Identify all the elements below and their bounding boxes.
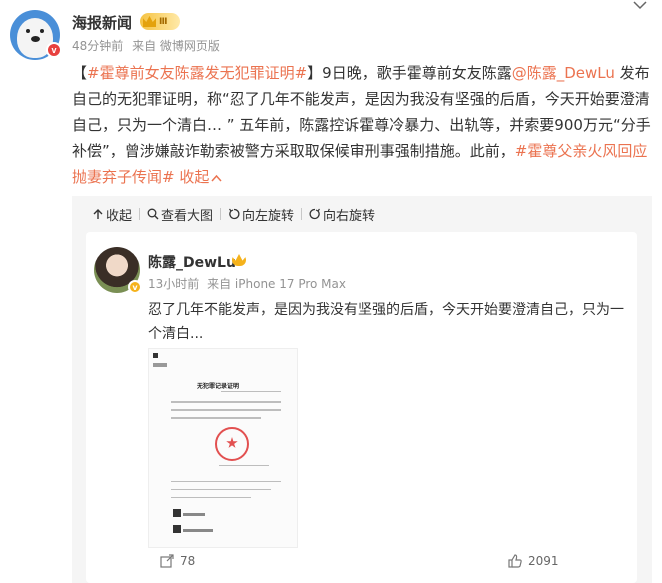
text-line: [171, 489, 271, 490]
share-count: 78: [180, 554, 196, 568]
redacted-block: [173, 509, 181, 517]
avatar-eye-right: [40, 29, 44, 33]
rotate-left-button[interactable]: 向左旋转: [228, 205, 294, 224]
redacted-block: [173, 525, 181, 533]
chevron-down-icon[interactable]: [633, 0, 647, 10]
redacted-block: [153, 363, 167, 367]
view-large-label: 查看大图: [161, 208, 214, 224]
rotate-right-icon: [309, 208, 321, 220]
collapse-label: 收起: [106, 208, 133, 224]
search-icon: [147, 208, 159, 220]
toolbar-divider: [139, 208, 141, 220]
media-card: 收起 查看大图 向左旋转 向右旋转 v 陈露_DewLu 13小时前 来自 iP…: [72, 196, 652, 583]
text-line: [219, 465, 269, 466]
author-name[interactable]: 海报新闻: [72, 12, 132, 33]
text-line: [171, 409, 281, 411]
body-paragraph-1: 9日晚，歌手霍尊前女友陈露: [322, 64, 512, 82]
redacted-block: [153, 353, 158, 358]
collapse-link[interactable]: 收起: [175, 168, 223, 186]
mention-link[interactable]: @陈露_DewLu: [512, 64, 615, 82]
post-time[interactable]: 48分钟前: [72, 39, 123, 53]
thumbs-up-icon: [508, 554, 522, 568]
toolbar-divider: [220, 208, 222, 220]
reposted-post: v 陈露_DewLu 13小时前 来自 iPhone 17 Pro Max 忍了…: [86, 232, 637, 583]
chevron-up-icon: [211, 174, 222, 182]
red-seal-stamp: [215, 427, 249, 461]
text-line: [171, 481, 281, 482]
redacted-block: [183, 513, 205, 516]
rank-label: Ⅲ: [159, 16, 168, 27]
bracket-open: 【: [72, 64, 88, 82]
post-source: 来自 微博网页版: [132, 39, 220, 53]
repost-body: 忍了几年不能发声，是因为我没有坚强的后盾，今天开始要澄清自己，只为一个清白...: [148, 302, 624, 342]
bracket-close: 】: [307, 64, 323, 82]
share-button[interactable]: 78: [160, 554, 195, 568]
view-large-button[interactable]: 查看大图: [147, 205, 213, 224]
certificate-image[interactable]: 无犯罪记录证明: [148, 348, 298, 548]
rotate-left-label: 向左旋转: [242, 208, 295, 224]
post-body: 【#霍尊前女友陈露发无犯罪证明#】9日晚，歌手霍尊前女友陈露@陈露_DewLu …: [72, 60, 652, 190]
crown-icon: [143, 16, 156, 27]
rank-badge[interactable]: Ⅲ: [140, 13, 180, 30]
like-button[interactable]: 2091: [508, 554, 559, 568]
verified-badge-icon: v: [46, 42, 62, 58]
rotate-right-label: 向右旋转: [323, 208, 376, 224]
collapse-text: 收起: [174, 168, 210, 186]
avatar-eye-left: [26, 29, 30, 33]
repost-footer: 78 2091: [86, 547, 637, 577]
share-icon: [160, 554, 174, 568]
weibo-post: v 海报新闻 Ⅲ 48分钟前 来自 微博网页版 【#霍尊前女友陈露发无犯罪证明#…: [0, 0, 662, 583]
certificate-title: 无犯罪记录证明: [197, 383, 240, 390]
image-toolbar: 收起 查看大图 向左旋转 向右旋转: [92, 204, 375, 224]
repost-meta: 13小时前 来自 iPhone 17 Pro Max: [148, 275, 350, 292]
like-count: 2091: [528, 554, 559, 568]
post-meta: 48分钟前 来自 微博网页版: [72, 37, 225, 54]
repost-time[interactable]: 13小时前: [148, 277, 199, 291]
toolbar-divider: [301, 208, 303, 220]
repost-source: 来自 iPhone 17 Pro Max: [207, 277, 346, 291]
verified-badge-icon: v: [128, 280, 142, 294]
text-line: [221, 391, 281, 392]
hashtag-link[interactable]: #霍尊前女友陈露发无犯罪证明#: [87, 64, 307, 82]
rotate-left-icon: [229, 208, 240, 220]
verified-mark: v: [51, 45, 57, 55]
verified-mark: v: [132, 282, 138, 292]
text-line: [171, 401, 281, 403]
redacted-block: [183, 529, 213, 532]
avatar-nose: [31, 36, 40, 42]
collapse-arrow-icon: [93, 209, 103, 219]
rotate-right-button[interactable]: 向右旋转: [309, 205, 375, 224]
text-line: [171, 417, 261, 419]
repost-author-name[interactable]: 陈露_DewLu: [148, 252, 236, 272]
text-line: [171, 497, 251, 498]
collapse-button[interactable]: 收起: [92, 205, 132, 224]
